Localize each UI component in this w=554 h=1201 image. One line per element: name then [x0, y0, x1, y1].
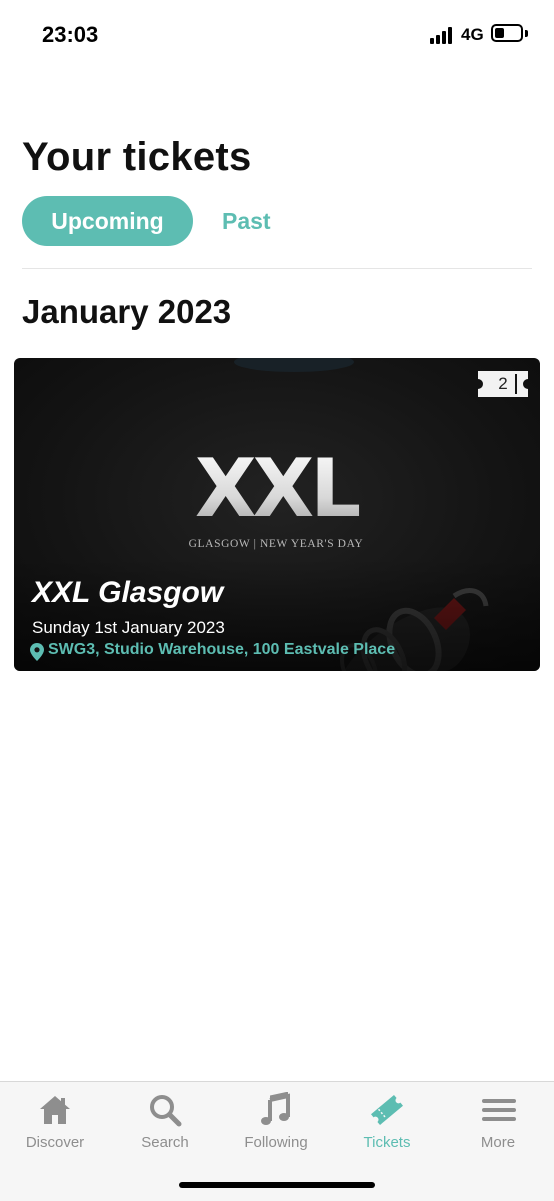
menu-icon	[482, 1099, 516, 1121]
nav-tickets[interactable]: Tickets	[332, 1082, 442, 1162]
ticket-icon	[371, 1094, 403, 1126]
ticket-count-badge: 2	[478, 371, 528, 397]
ticket-card[interactable]: XXL GLASGOW | NEW YEAR'S DAY 2 XXL Glasg…	[14, 358, 540, 671]
nav-discover[interactable]: Discover	[0, 1082, 110, 1162]
network-type: 4G	[461, 25, 484, 44]
nav-more-label: More	[480, 1134, 516, 1151]
nav-search[interactable]: Search	[110, 1082, 220, 1162]
artwork-tagline: GLASGOW | NEW YEAR'S DAY	[189, 538, 364, 550]
event-title: XXL Glasgow	[32, 576, 224, 609]
signal-strength-icon	[430, 26, 456, 44]
battery-tip	[525, 30, 528, 37]
venue-text: SWG3, Studio Warehouse, 100 Eastvale Pla…	[48, 641, 396, 658]
search-icon	[150, 1095, 182, 1127]
page-title: Your tickets	[22, 135, 252, 179]
event-date: Sunday 1st January 2023	[32, 618, 225, 637]
ticket-tabs: Upcoming Past	[22, 196, 382, 246]
ticket-count: 2	[498, 374, 508, 393]
location-pin-icon	[30, 643, 44, 661]
nav-following-label: Following	[244, 1134, 308, 1151]
home-indicator	[179, 1182, 375, 1188]
tab-past[interactable]: Past	[222, 196, 271, 246]
nav-discover-label: Discover	[25, 1134, 85, 1151]
home-icon	[40, 1096, 70, 1124]
divider	[22, 268, 532, 269]
battery-icon	[491, 24, 523, 42]
nav-following[interactable]: Following	[221, 1082, 331, 1162]
music-note-icon	[261, 1092, 290, 1125]
artwork-logo: XXL	[195, 442, 359, 535]
tab-upcoming[interactable]: Upcoming	[22, 196, 193, 246]
nav-tickets-label: Tickets	[363, 1134, 411, 1151]
month-heading: January 2023	[22, 293, 232, 330]
status-bar: 23:03 4G	[0, 0, 554, 70]
nav-more[interactable]: More	[443, 1082, 553, 1162]
status-time: 23:03	[42, 22, 99, 47]
nav-search-label: Search	[141, 1134, 189, 1151]
